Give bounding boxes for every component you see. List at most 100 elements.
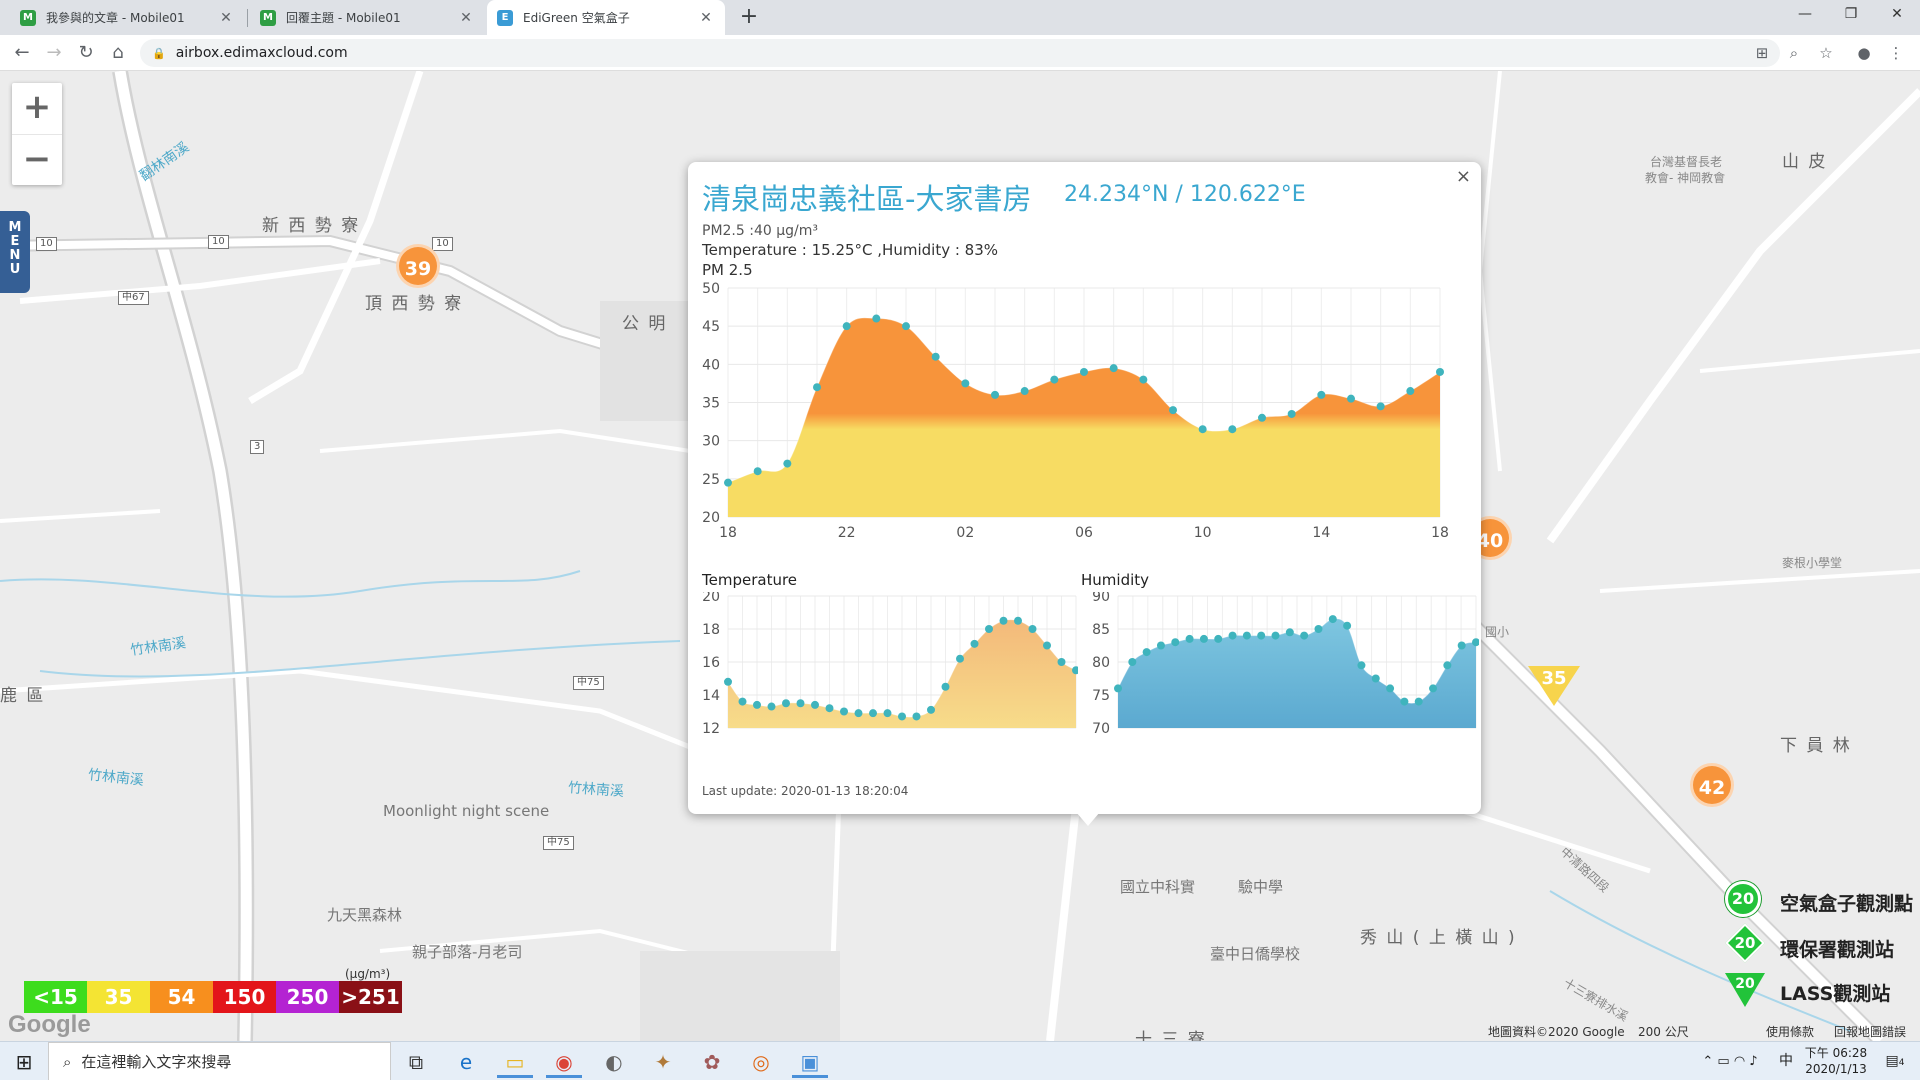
chrome-icon[interactable]: ◉ bbox=[546, 1046, 582, 1078]
app-icon[interactable]: ▣ bbox=[792, 1046, 828, 1078]
browser-tab-2[interactable]: M 回覆主題 - Mobile01 ✕ bbox=[250, 0, 485, 35]
app-icon[interactable]: ◐ bbox=[596, 1046, 632, 1078]
zoom-icon[interactable]: ⌕ bbox=[1780, 39, 1808, 67]
map-place-label: 山 皮 bbox=[1782, 152, 1828, 172]
bookmark-star-icon[interactable]: ☆ bbox=[1812, 39, 1840, 67]
report-map-error-link[interactable]: 回報地圖錯誤 bbox=[1834, 1023, 1906, 1040]
map-place-label: 麥根小學堂 bbox=[1782, 556, 1843, 570]
close-tab-icon[interactable]: ✕ bbox=[217, 10, 235, 26]
data-point bbox=[1414, 697, 1423, 706]
taskbar-search-input[interactable]: ⌕ 在這裡輸入文字來搜尋 bbox=[48, 1042, 391, 1080]
app-icon[interactable]: ✿ bbox=[694, 1046, 730, 1078]
close-tab-icon[interactable]: ✕ bbox=[697, 10, 715, 26]
url-text: airbox.edimaxcloud.com bbox=[175, 45, 348, 61]
popup-close-button[interactable]: × bbox=[1456, 166, 1471, 187]
data-point bbox=[1114, 684, 1122, 693]
menu-kebab-icon[interactable]: ⋮ bbox=[1882, 39, 1910, 67]
new-tab-button[interactable]: + bbox=[735, 4, 763, 32]
clock[interactable]: 下午 06:28 2020/1/13 bbox=[1796, 1042, 1876, 1080]
x-tick-label: 18 bbox=[1431, 525, 1449, 541]
minimize-button[interactable]: — bbox=[1782, 0, 1828, 30]
address-bar: ← → ↻ ⌂ 🔒 airbox.edimaxcloud.com ⊞ ⌕ ☆ ●… bbox=[0, 35, 1920, 71]
data-point bbox=[1357, 661, 1366, 670]
menu-button[interactable]: MENU bbox=[0, 211, 30, 293]
map-canvas[interactable]: 新 西 勢 寮 頂 西 勢 寮 公 明 山 皮 台灣基督長老 教會- 神岡教會 … bbox=[0, 71, 1920, 1041]
windows-start-icon[interactable]: ⊞ bbox=[6, 1046, 42, 1078]
x-tick-label: 22 bbox=[838, 525, 856, 541]
y-tick-label: 85 bbox=[1092, 622, 1110, 638]
browser-tab-3[interactable]: E EdiGreen 空氣盒子 ✕ bbox=[487, 0, 725, 35]
legend-row-lass[interactable]: 20 LASS觀測站 bbox=[1655, 971, 1920, 1011]
tab-title: EdiGreen 空氣盒子 bbox=[523, 11, 630, 25]
map-place-label: 十 三 寮 bbox=[1135, 1030, 1207, 1041]
back-button[interactable]: ← bbox=[8, 39, 36, 67]
last-update-text: Last update: 2020-01-13 18:20:04 bbox=[702, 784, 909, 798]
airbox-marker[interactable]: 39 bbox=[396, 244, 440, 288]
y-tick-label: 35 bbox=[702, 396, 720, 412]
close-window-button[interactable]: ✕ bbox=[1874, 0, 1920, 30]
data-point bbox=[782, 699, 790, 708]
data-point bbox=[1156, 641, 1165, 650]
notification-center-icon[interactable]: ▤4 bbox=[1880, 1042, 1910, 1080]
search-placeholder: 在這裡輸入文字來搜尋 bbox=[81, 1053, 232, 1071]
data-point bbox=[724, 677, 732, 686]
browser-tab-strip: M 我參與的文章 - Mobile01 ✕ M 回覆主題 - Mobile01 … bbox=[0, 0, 1920, 35]
data-point bbox=[825, 704, 834, 713]
legend-row-airbox[interactable]: 20 空氣盒子觀測點 bbox=[1655, 881, 1920, 921]
data-point bbox=[1228, 425, 1237, 434]
url-input[interactable]: 🔒 airbox.edimaxcloud.com bbox=[140, 39, 1780, 67]
data-point bbox=[1080, 367, 1088, 376]
browser-tab-1[interactable]: M 我參與的文章 - Mobile01 ✕ bbox=[10, 0, 245, 35]
home-button[interactable]: ⌂ bbox=[104, 39, 132, 67]
lass-marker[interactable]: 35 bbox=[1528, 666, 1580, 706]
road-shield: 中75 bbox=[573, 676, 604, 690]
mobile01-icon: M bbox=[20, 9, 36, 26]
humidity-chart: 70 75 80 85 90 bbox=[1092, 592, 1479, 737]
y-tick-label: 80 bbox=[1092, 655, 1110, 671]
translate-icon[interactable]: ⊞ bbox=[1748, 39, 1776, 67]
legend-value: 20 bbox=[1734, 934, 1756, 952]
map-place-label: 教會- 神岡教會 bbox=[1645, 171, 1726, 185]
aqi-scale-step: 54 bbox=[150, 981, 213, 1013]
zoom-in-button[interactable]: + bbox=[12, 83, 62, 134]
legend-row-epa[interactable]: 20 環保署觀測站 bbox=[1655, 923, 1920, 967]
data-point bbox=[1287, 409, 1296, 418]
ime-indicator[interactable]: 中 bbox=[1776, 1042, 1796, 1080]
map-zoom-control: + − bbox=[12, 83, 62, 185]
epa-legend-icon: 20 bbox=[1725, 923, 1765, 963]
forward-button[interactable]: → bbox=[40, 39, 68, 67]
data-point bbox=[1185, 634, 1194, 643]
data-point bbox=[1228, 631, 1237, 640]
y-tick-label: 18 bbox=[702, 622, 720, 638]
data-point bbox=[854, 709, 863, 718]
map-place-label: 國立中科實 bbox=[1120, 878, 1196, 896]
file-explorer-icon[interactable]: ▭ bbox=[497, 1046, 533, 1078]
data-point bbox=[1258, 413, 1266, 422]
airbox-marker[interactable]: 42 bbox=[1690, 763, 1734, 807]
data-point bbox=[1371, 674, 1380, 683]
task-view-icon[interactable]: ⧉ bbox=[398, 1046, 434, 1078]
terms-link[interactable]: 使用條款 bbox=[1766, 1023, 1814, 1040]
zoom-out-button[interactable]: − bbox=[12, 134, 62, 185]
reload-button[interactable]: ↻ bbox=[72, 39, 100, 67]
app-icon[interactable]: ◎ bbox=[743, 1046, 779, 1078]
y-tick-label: 30 bbox=[702, 434, 720, 450]
edge-icon[interactable]: e bbox=[448, 1046, 484, 1078]
profile-icon[interactable]: ● bbox=[1850, 39, 1878, 67]
data-point bbox=[999, 616, 1008, 625]
map-place-label: 台灣基督長老 bbox=[1650, 155, 1723, 169]
y-tick-label: 50 bbox=[702, 281, 720, 297]
data-point bbox=[840, 707, 848, 716]
y-tick-label: 25 bbox=[702, 472, 720, 488]
tray-icons[interactable]: ⌃ ▭ ◠ ♪ bbox=[1680, 1042, 1780, 1080]
y-tick-label: 45 bbox=[702, 319, 720, 335]
data-point bbox=[1242, 631, 1251, 640]
data-point bbox=[927, 705, 935, 714]
close-tab-icon[interactable]: ✕ bbox=[457, 10, 475, 26]
data-point bbox=[1214, 634, 1223, 643]
aqi-scale-step: <15 bbox=[24, 981, 87, 1013]
y-tick-label: 40 bbox=[702, 357, 720, 373]
x-tick-label: 06 bbox=[1075, 525, 1093, 541]
maximize-button[interactable]: ❐ bbox=[1828, 0, 1874, 30]
app-icon[interactable]: ✦ bbox=[645, 1046, 681, 1078]
